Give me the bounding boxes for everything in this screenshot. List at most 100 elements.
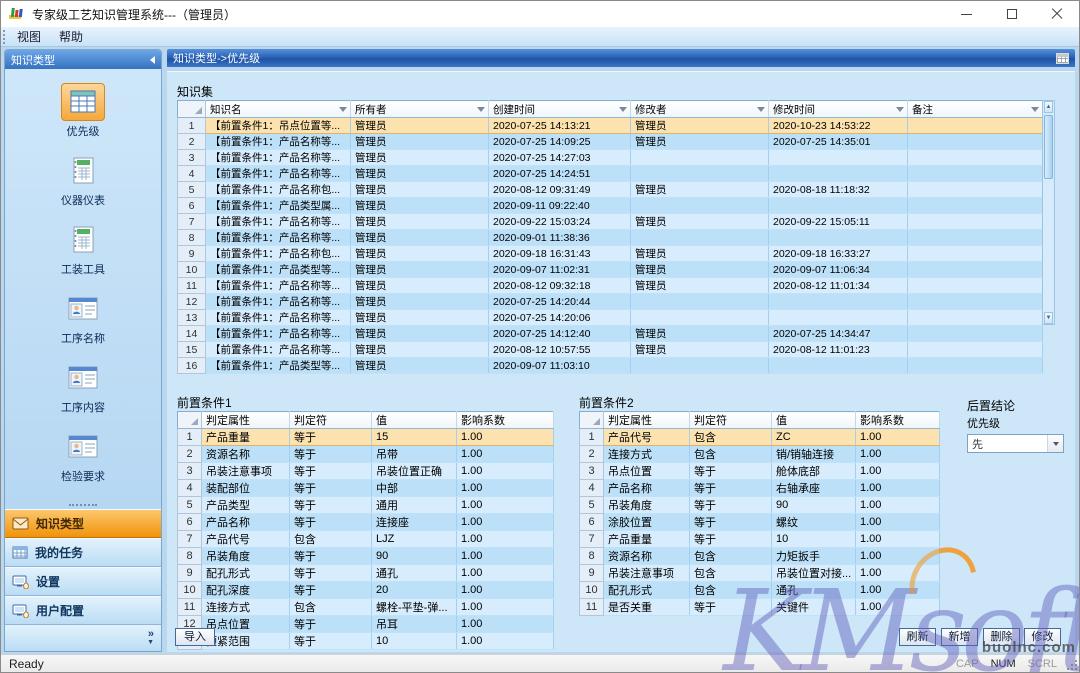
cell-coef[interactable]: 1.00 bbox=[457, 497, 554, 514]
priority-dropdown[interactable]: 先 bbox=[967, 434, 1064, 453]
cell-coef[interactable]: 1.00 bbox=[856, 599, 940, 616]
cell-note[interactable] bbox=[908, 326, 1043, 342]
cell-value[interactable]: 通孔 bbox=[372, 565, 457, 582]
cell-created[interactable]: 2020-07-25 14:20:44 bbox=[489, 294, 631, 310]
cell-owner[interactable]: 管理员 bbox=[351, 262, 489, 278]
cell-name[interactable]: 【前置条件1：产品名称包... bbox=[206, 246, 351, 262]
cell-owner[interactable]: 管理员 bbox=[351, 310, 489, 326]
cell-owner[interactable]: 管理员 bbox=[351, 294, 489, 310]
cell-op[interactable]: 等于 bbox=[690, 480, 772, 497]
cell-attr[interactable]: 吊装角度 bbox=[604, 497, 690, 514]
nav-splitter[interactable] bbox=[5, 501, 161, 509]
maximize-button[interactable] bbox=[989, 1, 1034, 27]
table-row[interactable]: 13【前置条件1：产品名称等...管理员2020-07-25 14:20:06 bbox=[178, 310, 1043, 326]
table-row[interactable]: 9配孔形式等于通孔1.00 bbox=[178, 565, 554, 582]
add-button[interactable]: 新增 bbox=[941, 628, 978, 646]
filter-icon[interactable] bbox=[1031, 107, 1039, 112]
cell-coef[interactable]: 1.00 bbox=[856, 548, 940, 565]
cell-value[interactable]: 中部 bbox=[372, 480, 457, 497]
cell-owner[interactable]: 管理员 bbox=[351, 198, 489, 214]
cell-owner[interactable]: 管理员 bbox=[351, 166, 489, 182]
cell-attr[interactable]: 产品重量 bbox=[604, 531, 690, 548]
cell-coef[interactable]: 1.00 bbox=[457, 565, 554, 582]
sidebar-item-process-name[interactable]: 工序名称 bbox=[61, 290, 105, 346]
cell-note[interactable] bbox=[908, 198, 1043, 214]
cell-value[interactable]: 20 bbox=[372, 582, 457, 599]
cell-created[interactable]: 2020-08-12 09:31:49 bbox=[489, 182, 631, 198]
cell-coef[interactable]: 1.00 bbox=[457, 616, 554, 633]
dropdown-arrow-icon[interactable] bbox=[1047, 435, 1063, 452]
table-row[interactable]: 14【前置条件1：产品名称等...管理员2020-07-25 14:12:40管… bbox=[178, 326, 1043, 342]
cell-attr[interactable]: 连接方式 bbox=[604, 446, 690, 463]
cell-attr[interactable]: 吊点位置 bbox=[604, 463, 690, 480]
cell-op[interactable]: 等于 bbox=[290, 565, 372, 582]
cell-op[interactable]: 等于 bbox=[690, 497, 772, 514]
cell-attr[interactable]: 涂胶位置 bbox=[604, 514, 690, 531]
nav-item-my-tasks[interactable]: 我的任务 bbox=[5, 538, 161, 567]
cell-coef[interactable]: 1.00 bbox=[457, 463, 554, 480]
cell-name[interactable]: 【前置条件1：产品名称等... bbox=[206, 310, 351, 326]
cell-coef[interactable]: 1.00 bbox=[856, 497, 940, 514]
cell-attr[interactable]: 配孔深度 bbox=[202, 582, 290, 599]
cell-modified[interactable] bbox=[769, 310, 908, 326]
cell-created[interactable]: 2020-09-18 16:31:43 bbox=[489, 246, 631, 262]
cell-attr[interactable]: 配孔形式 bbox=[604, 582, 690, 599]
cell-note[interactable] bbox=[908, 342, 1043, 358]
cell-attr[interactable]: 是否关重 bbox=[604, 599, 690, 616]
cell-note[interactable] bbox=[908, 118, 1043, 134]
cell-modifier[interactable]: 管理员 bbox=[631, 118, 769, 134]
table-row[interactable]: 2资源名称等于吊带1.00 bbox=[178, 446, 554, 463]
cell-coef[interactable]: 1.00 bbox=[457, 548, 554, 565]
cell-coef[interactable]: 1.00 bbox=[856, 565, 940, 582]
cell-created[interactable]: 2020-09-22 15:03:24 bbox=[489, 214, 631, 230]
cell-attr[interactable]: 产品名称 bbox=[202, 514, 290, 531]
cell-modified[interactable] bbox=[769, 294, 908, 310]
cell-note[interactable] bbox=[908, 150, 1043, 166]
nav-overflow[interactable]: » ▼ bbox=[5, 625, 161, 651]
cell-name[interactable]: 【前置条件1：产品名称等... bbox=[206, 230, 351, 246]
cell-name[interactable]: 【前置条件1：产品名称等... bbox=[206, 166, 351, 182]
cell-name[interactable]: 【前置条件1：产品名称等... bbox=[206, 294, 351, 310]
cell-op[interactable]: 等于 bbox=[290, 463, 372, 480]
cell-value[interactable]: 10 bbox=[772, 531, 856, 548]
cell-attr[interactable]: 装配部位 bbox=[202, 480, 290, 497]
cell-modified[interactable] bbox=[769, 358, 908, 374]
cell-attr[interactable]: 连接方式 bbox=[202, 599, 290, 616]
cell-modified[interactable] bbox=[769, 230, 908, 246]
table-row[interactable]: 12【前置条件1：产品名称等...管理员2020-07-25 14:20:44 bbox=[178, 294, 1043, 310]
cell-modifier[interactable] bbox=[631, 150, 769, 166]
cell-attr[interactable]: 产品重量 bbox=[202, 429, 290, 446]
sidebar-item-instruments[interactable]: 仪器仪表 bbox=[61, 152, 105, 208]
cell-value[interactable]: ZC bbox=[772, 429, 856, 446]
column-header-value[interactable]: 值 bbox=[372, 412, 457, 429]
cell-attr[interactable]: 吊装角度 bbox=[202, 548, 290, 565]
cell-attr[interactable]: 配孔形式 bbox=[202, 565, 290, 582]
column-header-modifier[interactable]: 修改者 bbox=[631, 101, 769, 118]
refresh-button[interactable]: 刷新 bbox=[899, 628, 936, 646]
table-row[interactable]: 8资源名称包含力矩扳手1.00 bbox=[580, 548, 940, 565]
table-row[interactable]: 8【前置条件1：产品名称等...管理员2020-09-01 11:38:36 bbox=[178, 230, 1043, 246]
cell-name[interactable]: 【前置条件1：产品类型属... bbox=[206, 198, 351, 214]
cell-attr[interactable]: 产品名称 bbox=[604, 480, 690, 497]
table-row[interactable]: 1【前置条件1：吊点位置等...管理员2020-07-25 14:13:21管理… bbox=[178, 118, 1043, 134]
cell-coef[interactable]: 1.00 bbox=[457, 599, 554, 616]
cell-name[interactable]: 【前置条件1：产品名称等... bbox=[206, 342, 351, 358]
cell-note[interactable] bbox=[908, 246, 1043, 262]
cell-owner[interactable]: 管理员 bbox=[351, 150, 489, 166]
column-header-coef[interactable]: 影响系数 bbox=[457, 412, 554, 429]
column-header-modified[interactable]: 修改时间 bbox=[769, 101, 908, 118]
scroll-up-icon[interactable]: ▲ bbox=[1044, 101, 1053, 113]
filter-icon[interactable] bbox=[757, 107, 765, 112]
cell-created[interactable]: 2020-08-12 09:32:18 bbox=[489, 278, 631, 294]
column-header-owner[interactable]: 所有者 bbox=[351, 101, 489, 118]
cell-name[interactable]: 【前置条件1：产品名称等... bbox=[206, 150, 351, 166]
cell-created[interactable]: 2020-07-25 14:24:51 bbox=[489, 166, 631, 182]
column-header-op[interactable]: 判定符 bbox=[290, 412, 372, 429]
cell-coef[interactable]: 1.00 bbox=[457, 480, 554, 497]
cell-modifier[interactable] bbox=[631, 198, 769, 214]
column-header-value[interactable]: 值 bbox=[772, 412, 856, 429]
filter-icon[interactable] bbox=[896, 107, 904, 112]
cell-modified[interactable] bbox=[769, 198, 908, 214]
cell-value[interactable]: 舱体底部 bbox=[772, 463, 856, 480]
modify-button[interactable]: 修改 bbox=[1024, 628, 1061, 646]
